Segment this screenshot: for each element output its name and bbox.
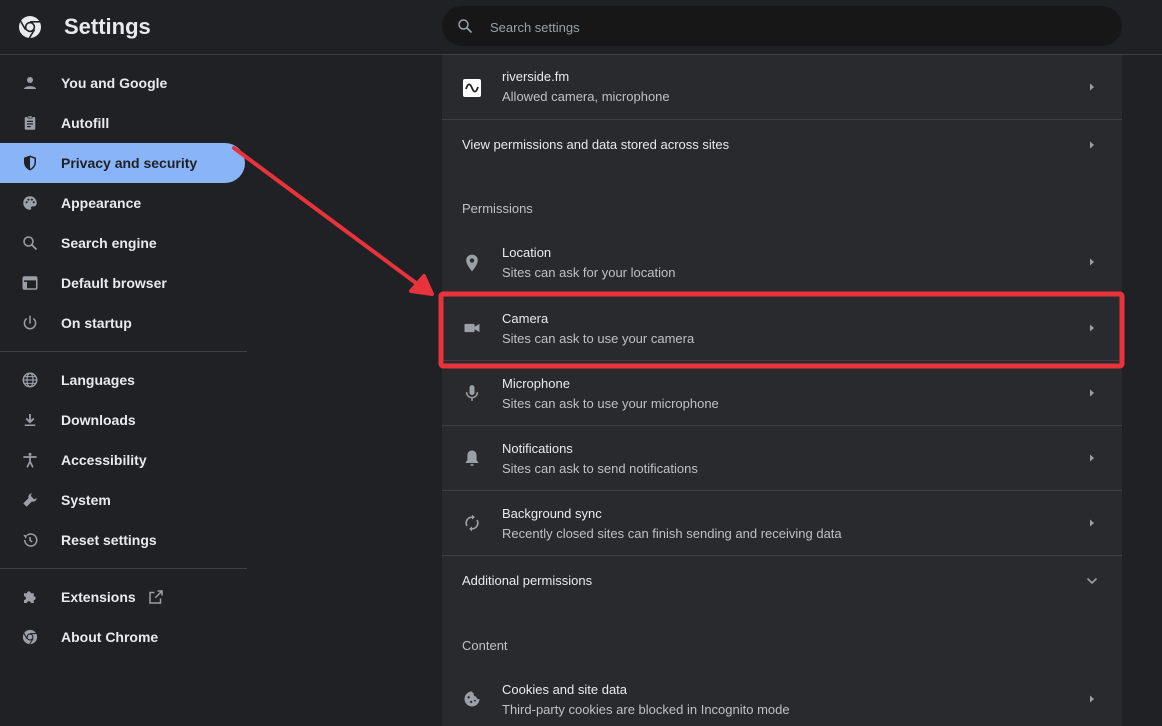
row-title: Camera [502,311,549,326]
sidebar-item-languages[interactable]: Languages [0,360,248,400]
sidebar-item-about-chrome[interactable]: About Chrome [0,617,248,657]
row-title: Microphone [502,376,570,391]
chrome-logo-icon [19,16,41,39]
row-subtitle: Sites can ask for your location [502,265,676,280]
chevron-down-icon [1086,577,1098,585]
row-title: Additional permissions [462,573,593,588]
additional-permissions-row[interactable]: Additional permissions [442,555,1122,604]
permission-row-background-sync[interactable]: Background sync Recently closed sites ca… [442,490,1122,555]
row-title: View permissions and data stored across … [462,137,730,152]
sidebar-item-label: System [61,492,111,508]
bell-icon [465,450,479,466]
accessibility-icon [23,452,37,468]
sidebar: You and Google Autofill Privacy and secu… [0,63,248,657]
row-subtitle: Third-party cookies are blocked in Incog… [502,702,790,717]
sidebar-item-label: On startup [61,315,132,331]
section-heading-permissions: Permissions [462,201,533,216]
chevron-right-icon [1090,695,1094,703]
sidebar-item-autofill[interactable]: Autofill [0,103,248,143]
sidebar-item-label: You and Google [61,75,168,91]
permission-row-microphone[interactable]: Microphone Sites can ask to use your mic… [442,360,1122,425]
header-bar: Settings [0,0,1162,55]
sidebar-item-on-startup[interactable]: On startup [0,303,248,343]
wrench-icon [23,493,37,507]
row-subtitle: Sites can ask to use your camera [502,331,695,346]
chevron-right-icon [1090,389,1094,397]
cookie-icon [464,691,480,707]
sidebar-item-reset-settings[interactable]: Reset settings [0,520,248,560]
search-icon [23,236,37,250]
sidebar-item-label: Accessibility [61,452,147,468]
page-title: Settings [64,14,151,39]
annotation-arrow-line [232,146,422,288]
sidebar-item-label: Autofill [61,115,110,131]
browser-window-icon [22,276,38,290]
sidebar-item-default-browser[interactable]: Default browser [0,263,248,303]
view-permissions-row[interactable]: View permissions and data stored across … [442,119,1122,168]
sidebar-item-label: Search engine [61,235,157,251]
camera-icon [464,323,480,333]
sync-icon [465,514,479,532]
sidebar-item-label: About Chrome [61,629,159,645]
row-title: Cookies and site data [502,682,628,697]
download-icon [24,414,36,426]
location-pin-icon [466,254,478,272]
person-icon [24,77,36,89]
search-input[interactable] [488,6,1092,48]
sidebar-item-appearance[interactable]: Appearance [0,183,248,223]
sidebar-item-downloads[interactable]: Downloads [0,400,248,440]
sidebar-item-extensions[interactable]: Extensions [0,577,248,617]
section-heading-content: Content [462,638,508,653]
puzzle-icon [24,591,36,603]
chevron-right-icon [1090,83,1094,91]
globe-icon [22,372,38,388]
site-row-riverside[interactable]: riverside.fm Allowed camera, microphone [442,55,1122,119]
row-title: riverside.fm [502,69,570,84]
annotation-arrow-head [409,274,434,296]
open-in-new-icon[interactable] [147,588,165,606]
sidebar-item-system[interactable]: System [0,480,248,520]
power-icon [23,315,37,330]
content-row-cookies[interactable]: Cookies and site data Third-party cookie… [442,667,1122,726]
row-subtitle: Sites can ask to send notifications [502,461,698,476]
shield-icon [24,155,36,171]
sidebar-item-search-engine[interactable]: Search engine [0,223,248,263]
permission-row-camera[interactable]: Camera Sites can ask to use your camera [442,295,1122,360]
row-title: Notifications [502,441,573,456]
sidebar-item-label: Reset settings [61,532,157,548]
sidebar-item-label: Languages [61,372,135,388]
row-subtitle: Sites can ask to use your microphone [502,396,719,411]
chevron-right-icon [1090,258,1094,266]
chevron-right-icon [1090,141,1094,149]
sidebar-item-you-and-google[interactable]: You and Google [0,63,248,103]
settings-panel: riverside.fm Allowed camera, microphone … [442,55,1122,726]
row-title: Background sync [502,506,602,521]
sidebar-item-label: Appearance [61,195,142,211]
sidebar-item-label: Downloads [61,412,136,428]
chrome-icon [22,629,38,645]
microphone-icon [465,385,479,401]
history-icon [23,533,38,547]
row-title: Location [502,245,552,260]
sidebar-item-accessibility[interactable]: Accessibility [0,440,248,480]
permission-row-location[interactable]: Location Sites can ask for your location [442,230,1122,294]
sidebar-divider [0,351,247,352]
row-subtitle: Allowed camera, microphone [502,89,670,104]
sidebar-item-label: Privacy and security [61,155,198,171]
clipboard-icon [24,115,36,130]
sidebar-divider [0,568,247,569]
sidebar-item-privacy-and-security[interactable]: Privacy and security [0,143,245,183]
sidebar-item-label: Extensions [61,589,136,605]
chevron-right-icon [1090,519,1094,527]
search-box[interactable] [442,6,1122,48]
chevron-right-icon [1090,454,1094,462]
row-subtitle: Recently closed sites can finish sending… [502,526,842,541]
sidebar-item-label: Default browser [61,275,167,291]
site-favicon-icon [463,79,481,97]
permission-row-notifications[interactable]: Notifications Sites can ask to send noti… [442,425,1122,490]
palette-icon [23,196,37,210]
chevron-right-icon [1090,324,1094,332]
search-icon [458,19,472,33]
